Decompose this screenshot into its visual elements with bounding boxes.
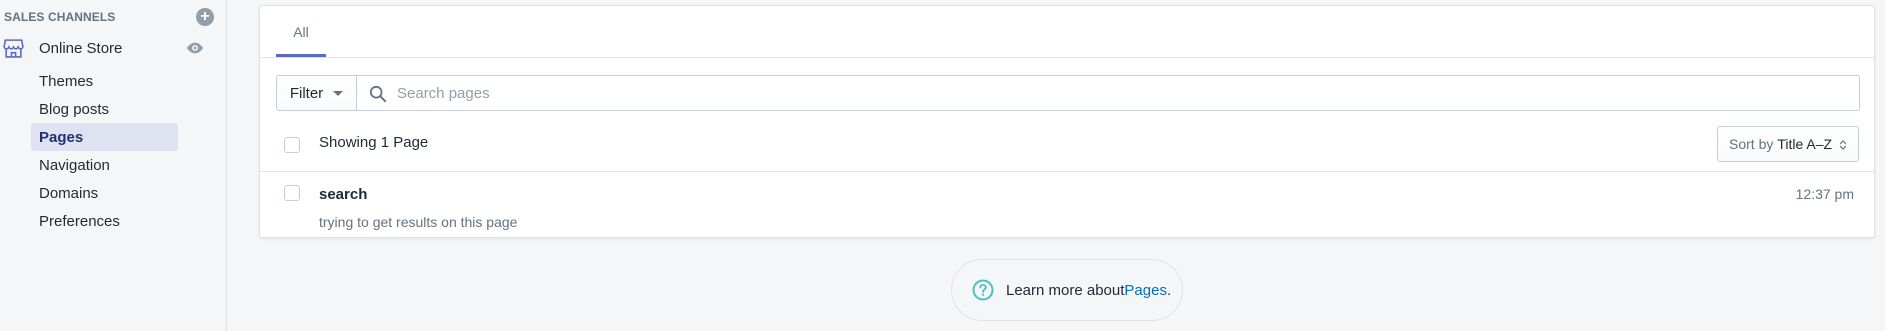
filter-button-label: Filter: [289, 84, 324, 102]
sidebar-item-themes[interactable]: Themes: [31, 67, 178, 95]
sidebar-item-navigation[interactable]: Navigation: [31, 151, 178, 179]
filter-button[interactable]: Filter: [276, 75, 357, 111]
row-checkbox[interactable]: [284, 185, 300, 201]
help-suffix: .: [1166, 281, 1172, 299]
sales-channels-title: SALES CHANNELS: [4, 10, 116, 24]
showing-count: Showing 1 Page: [319, 134, 429, 151]
question-circle-icon: [972, 279, 994, 301]
eye-icon[interactable]: [186, 40, 204, 56]
search-icon: [369, 85, 387, 103]
list-header: Showing 1 Page Sort by Title A–Z: [260, 121, 1874, 172]
table-row[interactable]: search trying to get results on this pag…: [260, 173, 1874, 237]
page-updated-time: 12:37 pm: [1795, 186, 1854, 202]
sort-prefix: Sort by: [1729, 136, 1774, 152]
sales-channels-header: SALES CHANNELS +: [4, 8, 214, 26]
footer-help: Learn more about Pages .: [951, 259, 1183, 321]
help-text: Learn more about: [1006, 281, 1125, 299]
sort-value: Title A–Z: [1777, 136, 1833, 152]
help-pages-link[interactable]: Pages: [1124, 282, 1167, 299]
plus-circle-icon[interactable]: +: [196, 8, 214, 26]
page-title[interactable]: search: [319, 186, 367, 203]
sort-select[interactable]: Sort by Title A–Z: [1717, 126, 1859, 162]
search-box[interactable]: [357, 75, 1860, 111]
page-description: trying to get results on this page: [319, 214, 518, 230]
online-store-item[interactable]: Online Store: [0, 36, 210, 60]
caret-down-icon: [333, 90, 344, 96]
sidebar: SALES CHANNELS + Online Store Themes Blo…: [0, 0, 227, 331]
filter-search-bar: Filter: [276, 75, 1860, 111]
sidebar-item-blog-posts[interactable]: Blog posts: [31, 95, 178, 123]
online-store-label: Online Store: [39, 39, 123, 57]
store-icon: [3, 39, 24, 58]
tab-bar: All: [260, 6, 1874, 58]
tab-all[interactable]: All: [276, 6, 326, 58]
pages-card: All Filter Showing 1 Page Sort by Title …: [259, 5, 1875, 238]
sidebar-item-domains[interactable]: Domains: [31, 179, 178, 207]
tab-selected-indicator: [276, 54, 326, 57]
sort-arrows-icon: [1840, 140, 1846, 150]
search-input[interactable]: [397, 76, 1849, 110]
select-all-checkbox[interactable]: [284, 137, 300, 153]
sidebar-item-pages[interactable]: Pages: [31, 123, 178, 151]
sidebar-item-preferences[interactable]: Preferences: [31, 207, 178, 235]
